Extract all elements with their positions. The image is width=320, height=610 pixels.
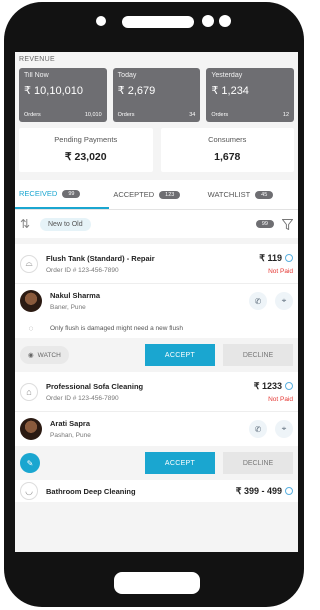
revenue-card-till-now[interactable]: Till Now ₹ 10,10,010 Orders 10,010 xyxy=(19,68,107,122)
phone-icon[interactable]: ✆ xyxy=(249,420,267,438)
location-pin-icon[interactable]: ⌖ xyxy=(275,420,293,438)
orders-count: 10,010 xyxy=(84,112,102,118)
order-price: ₹ 1233 xyxy=(253,380,282,391)
phone-frame: REVENUE Till Now ₹ 10,10,010 Orders 10,01… xyxy=(4,2,304,607)
tab-received[interactable]: RECEIVED 99 xyxy=(15,180,110,209)
filter-bar: ⇅ New to Old 99 xyxy=(15,210,298,238)
app-screen: REVENUE Till Now ₹ 10,10,010 Orders 10,01… xyxy=(15,52,298,552)
order-id: Order ID # 123-456-7890 xyxy=(46,394,119,402)
order-id: Order ID # 123-456-7890 xyxy=(46,266,119,274)
revenue-card-title: Today xyxy=(117,72,137,79)
count-badge: 99 xyxy=(62,189,81,198)
customer-name: Arati Sapra xyxy=(50,419,91,428)
order-note: Only flush is damaged might need a new f… xyxy=(50,324,183,332)
order-card[interactable]: ⌂ Professional Sofa Cleaning Order ID # … xyxy=(15,372,298,446)
orders-count: 12 xyxy=(282,112,290,118)
orders-label: Orders xyxy=(211,112,229,118)
consumers-card[interactable]: Consumers 1,678 xyxy=(160,128,294,172)
order-actions: ✎ ACCEPT DECLINE xyxy=(15,446,298,480)
customer-location: Pashan, Pune xyxy=(50,432,91,439)
info-icon[interactable] xyxy=(285,254,293,263)
count-badge: 99 xyxy=(255,220,274,228)
watch-button[interactable]: ◉ WATCH xyxy=(20,346,69,364)
accept-button[interactable]: ACCEPT xyxy=(145,452,215,474)
location-pin-icon[interactable]: ⌖ xyxy=(275,292,293,310)
home-button[interactable] xyxy=(114,572,200,594)
order-actions: ◉ WATCH ACCEPT DECLINE xyxy=(15,338,298,372)
order-card[interactable]: ⌓ Flush Tank (Standard) - Repair Order I… xyxy=(15,244,298,338)
orders-label: Orders xyxy=(117,112,135,118)
order-price: ₹ 119 xyxy=(259,252,282,263)
payment-status: Not Paid xyxy=(268,267,293,275)
count-badge: 45 xyxy=(255,190,274,199)
order-price: ₹ 399 - 499 xyxy=(235,485,282,496)
revenue-card-value: ₹ 2,679 xyxy=(117,85,156,97)
revenue-card-value: ₹ 10,10,010 xyxy=(24,85,83,97)
stat-title: Pending Payments xyxy=(54,135,118,144)
tab-watchlist[interactable]: WATCHLIST 45 xyxy=(204,180,298,209)
tab-label: WATCHLIST xyxy=(207,190,251,199)
watch-label: WATCH xyxy=(37,351,61,359)
revenue-label: REVENUE xyxy=(19,56,55,63)
customer-location: Baner, Pune xyxy=(50,304,86,311)
service-title: Bathroom Deep Cleaning xyxy=(46,486,136,496)
decline-button[interactable]: DECLINE xyxy=(223,452,293,474)
count-badge: 123 xyxy=(159,190,181,199)
orders-label: Orders xyxy=(24,112,41,118)
stat-value: ₹ 23,020 xyxy=(64,151,107,163)
tab-accepted[interactable]: ACCEPTED 123 xyxy=(109,180,203,209)
front-camera xyxy=(96,16,106,26)
pending-payments-card[interactable]: Pending Payments ₹ 23,020 xyxy=(19,128,153,172)
info-icon[interactable] xyxy=(285,487,293,496)
orders-count: 34 xyxy=(189,112,196,118)
revenue-cards: Till Now ₹ 10,10,010 Orders 10,010 Today … xyxy=(15,68,298,122)
info-icon[interactable] xyxy=(285,382,293,391)
tab-label: ACCEPTED xyxy=(113,190,155,199)
stats-row: Pending Payments ₹ 23,020 Consumers 1,67… xyxy=(15,122,298,172)
sort-icon[interactable]: ⇅ xyxy=(20,217,32,231)
watching-icon[interactable]: ✎ xyxy=(20,453,40,473)
comment-icon: ◌ xyxy=(28,323,34,333)
service-title: Flush Tank (Standard) - Repair xyxy=(46,253,155,263)
sort-chip[interactable]: New to Old xyxy=(40,217,91,231)
decline-button[interactable]: DECLINE xyxy=(223,344,293,366)
sensor-dot xyxy=(202,15,214,27)
revenue-card-title: Till Now xyxy=(24,72,49,79)
payment-status: Not Paid xyxy=(268,395,293,403)
order-tabs: RECEIVED 99 ACCEPTED 123 WATCHLIST 45 xyxy=(15,180,298,210)
revenue-card-today[interactable]: Today ₹ 2,679 Orders 34 xyxy=(112,68,201,122)
speaker-grille xyxy=(122,16,194,28)
service-title: Professional Sofa Cleaning xyxy=(46,381,144,391)
stat-title: Consumers xyxy=(208,135,247,144)
filter-icon[interactable] xyxy=(282,218,293,230)
revenue-card-yesterday[interactable]: Yesterday ₹ 1,234 Orders 12 xyxy=(206,68,295,122)
stat-value: 1,678 xyxy=(214,151,241,163)
bathtub-icon: ◡ xyxy=(20,482,38,500)
revenue-card-title: Yesterday xyxy=(211,72,243,79)
eye-icon: ◉ xyxy=(28,352,34,359)
toilet-icon: ⌓ xyxy=(20,254,38,273)
accept-button[interactable]: ACCEPT xyxy=(145,344,215,366)
order-card[interactable]: ◡ Bathroom Deep Cleaning ₹ 399 - 499 xyxy=(15,480,298,502)
avatar xyxy=(20,418,42,440)
avatar xyxy=(20,290,42,312)
tab-label: RECEIVED xyxy=(19,189,58,198)
phone-icon[interactable]: ✆ xyxy=(249,292,267,310)
sensor-dot xyxy=(219,15,231,27)
customer-name: Nakul Sharma xyxy=(50,291,101,300)
sofa-icon: ⌂ xyxy=(20,382,38,401)
revenue-card-value: ₹ 1,234 xyxy=(211,85,249,97)
